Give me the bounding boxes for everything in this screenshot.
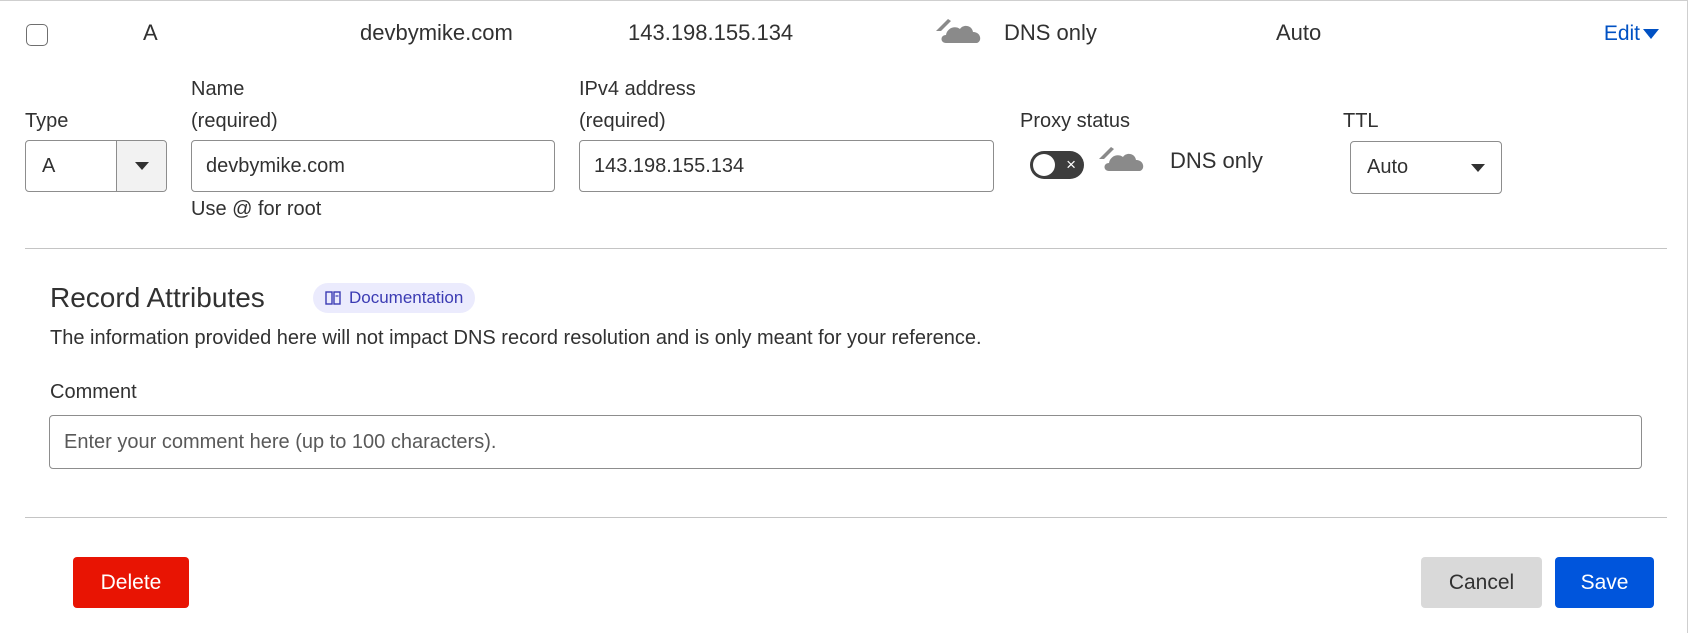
caret-down-icon [1643, 29, 1659, 39]
attributes-description: The information provided here will not i… [50, 327, 982, 349]
toggle-knob [1033, 154, 1055, 176]
caret-down-icon [134, 162, 149, 170]
record-content-cell: 143.198.155.134 [628, 20, 794, 45]
edit-label: Edit [1603, 22, 1640, 45]
cloud-icon [1097, 143, 1147, 175]
type-select[interactable]: A [25, 140, 167, 192]
ttl-label: TTL [1343, 110, 1379, 132]
proxy-toggle[interactable]: × [1030, 151, 1084, 179]
record-attributes-title: Record Attributes [50, 282, 265, 313]
close-icon: × [1066, 155, 1076, 174]
proxy-status-value: DNS only [1170, 148, 1263, 173]
book-icon [325, 291, 341, 305]
ttl-select-value: Auto [1367, 156, 1409, 178]
ipv4-required-label: (required) [579, 110, 666, 132]
ipv4-label: IPv4 address [579, 78, 696, 100]
ttl-select[interactable]: Auto [1350, 141, 1502, 194]
caret-down-icon [1471, 163, 1485, 172]
proxy-status-label: Proxy status [1020, 110, 1131, 132]
record-ttl-cell: Auto [1276, 20, 1322, 45]
edit-toggle-link[interactable]: Edit [1604, 22, 1660, 46]
type-label: Type [25, 110, 69, 132]
save-button[interactable]: Save [1555, 557, 1654, 608]
name-label: Name [191, 78, 245, 100]
section-divider [25, 517, 1667, 518]
record-type-cell: A [143, 20, 158, 45]
type-select-value: A [42, 155, 56, 177]
comment-input[interactable] [49, 415, 1642, 469]
dns-record-editor: A devbymike.com 143.198.155.134 DNS only… [0, 0, 1688, 633]
section-divider [25, 248, 1667, 249]
ipv4-input[interactable] [579, 140, 994, 192]
cancel-button[interactable]: Cancel [1421, 557, 1542, 608]
documentation-link[interactable]: Documentation [313, 283, 476, 313]
name-input[interactable] [191, 140, 555, 192]
name-hint: Use @ for root [191, 198, 322, 220]
record-name-cell: devbymike.com [360, 20, 513, 45]
comment-label: Comment [50, 381, 137, 403]
record-proxy-cell: DNS only [1004, 20, 1097, 45]
cloud-icon [934, 15, 984, 47]
delete-button[interactable]: Delete [73, 557, 189, 608]
name-required-label: (required) [191, 110, 278, 132]
documentation-label: Documentation [349, 288, 464, 307]
record-select-checkbox[interactable] [26, 24, 48, 46]
type-select-arrow[interactable] [116, 141, 166, 191]
